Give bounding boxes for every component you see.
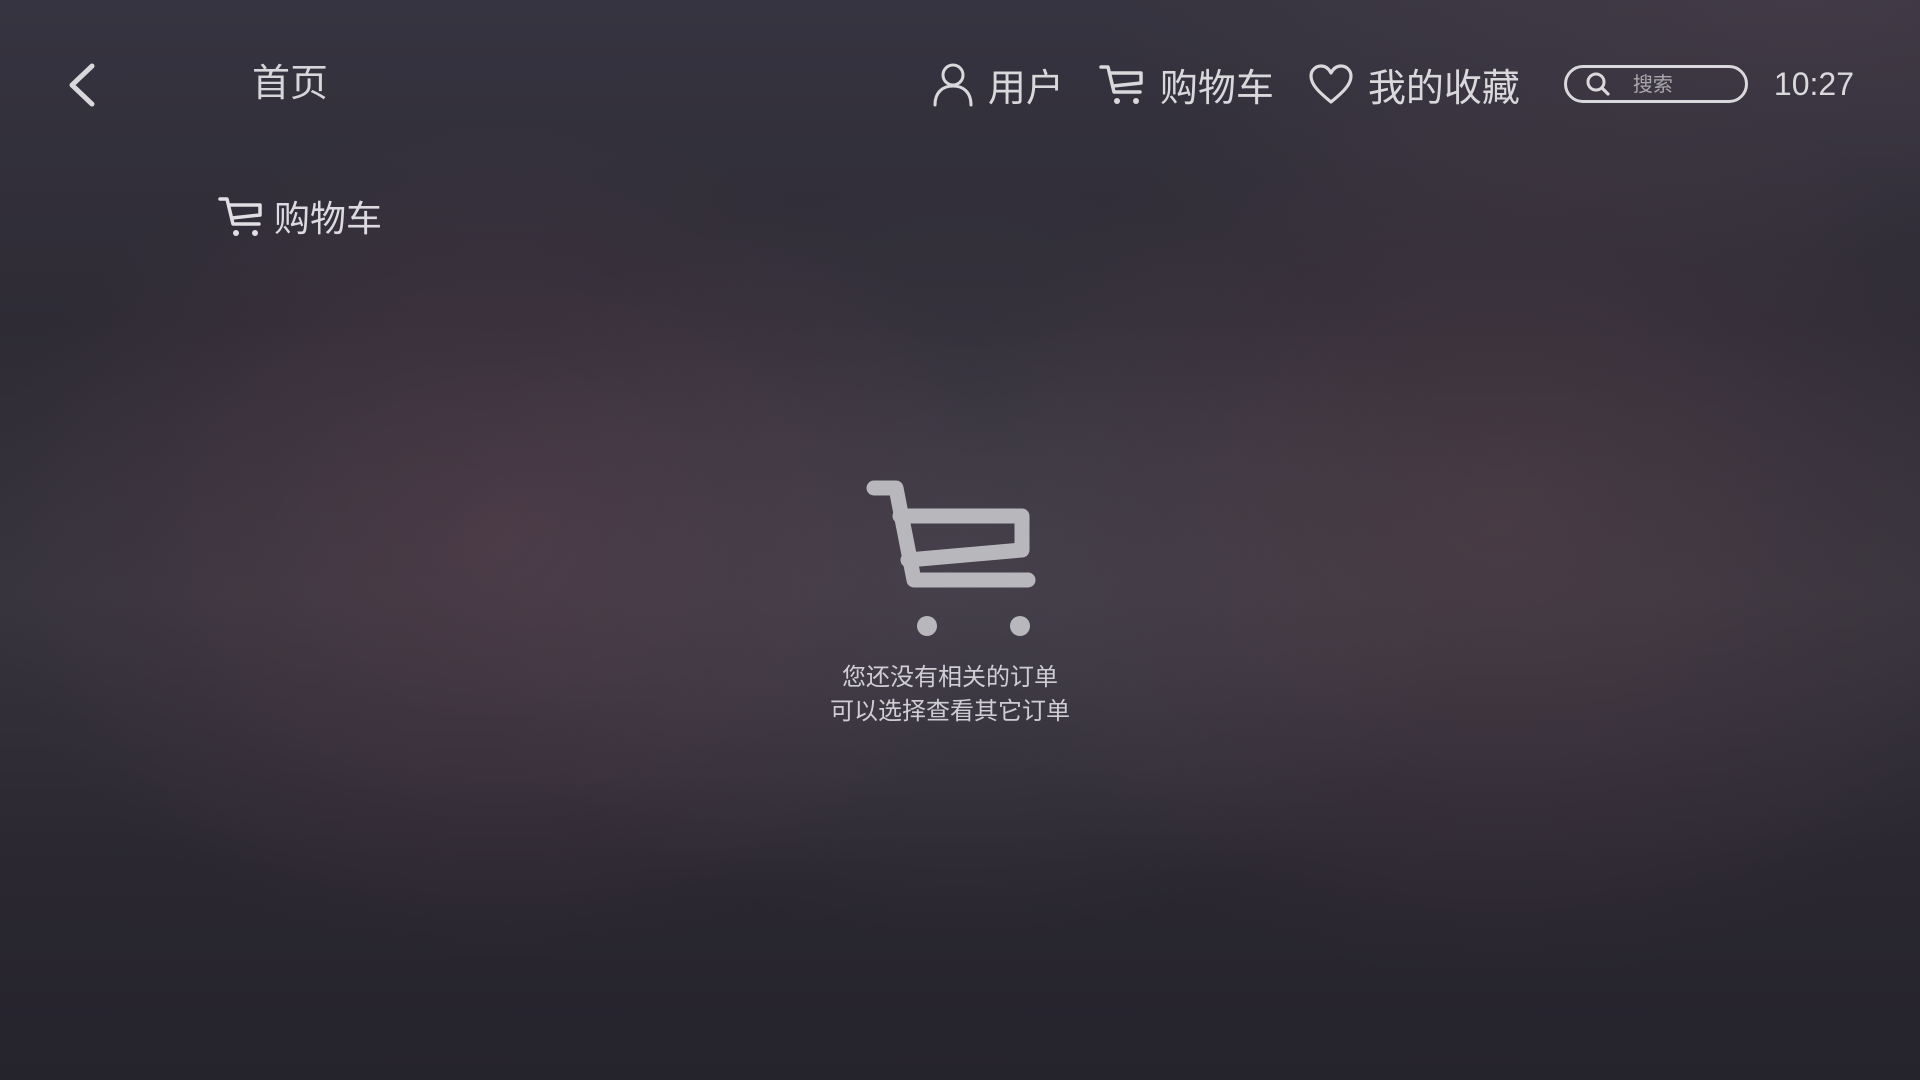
section-title-label: 购物车 — [274, 199, 383, 240]
nav-user-label: 用户 — [987, 65, 1064, 110]
top-nav: 用户 购物车 我的收藏 10:27 — [932, 56, 1854, 112]
section-title: 购物车 — [216, 190, 382, 242]
empty-state-line2: 可以选择查看其它订单 — [830, 697, 1070, 725]
nav-favorites-label: 我的收藏 — [1367, 65, 1520, 110]
cart-icon — [1099, 65, 1143, 104]
nav-cart-label: 购物车 — [1159, 65, 1274, 110]
nav-user[interactable]: 用户 — [932, 57, 1064, 112]
clock: 10:27 — [1773, 65, 1854, 102]
heart-icon — [1309, 64, 1353, 104]
home-title[interactable]: 首页 — [252, 58, 328, 108]
back-button[interactable] — [62, 58, 106, 112]
empty-state: 您还没有相关的订单 可以选择查看其它订单 — [760, 476, 1140, 728]
cart-icon — [218, 197, 262, 236]
user-icon — [933, 63, 973, 107]
empty-state-message: 您还没有相关的订单 可以选择查看其它订单 — [830, 660, 1070, 728]
chevron-left-icon — [69, 63, 95, 107]
nav-favorites[interactable]: 我的收藏 — [1308, 57, 1520, 112]
nav-cart[interactable]: 购物车 — [1098, 57, 1274, 112]
search-input[interactable] — [1632, 72, 1723, 96]
empty-state-line1: 您还没有相关的订单 — [842, 663, 1058, 691]
search-box[interactable] — [1563, 65, 1748, 103]
empty-cart-icon — [860, 476, 1040, 638]
search-icon — [1585, 71, 1611, 97]
